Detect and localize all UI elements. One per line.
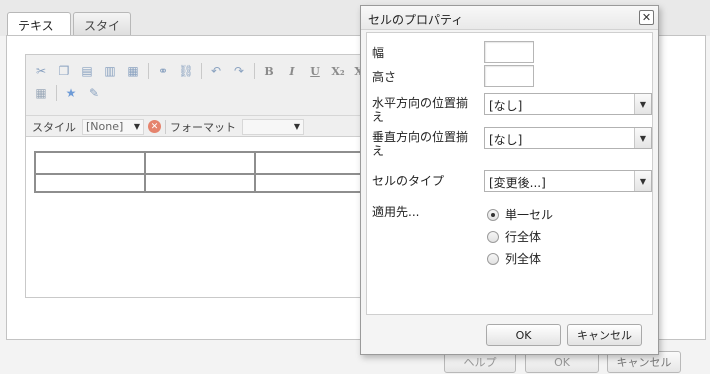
table-cell[interactable]	[34, 151, 146, 175]
radio-button[interactable]	[487, 252, 499, 265]
tab-text[interactable]: テキスト	[7, 12, 71, 50]
cell-type-label: セルのタイプ	[372, 174, 445, 188]
vertical-align-select[interactable]: [なし] ▼	[484, 127, 652, 149]
copy-icon[interactable]: ❐	[55, 62, 73, 80]
style-label: スタイル	[32, 120, 76, 134]
style-value: [None]	[86, 120, 124, 133]
chevron-down-icon: ▼	[634, 171, 651, 191]
toolbar-separator	[56, 85, 57, 101]
dialog-cancel-button[interactable]: キャンセル	[567, 324, 642, 346]
star-icon[interactable]: ★	[62, 84, 80, 102]
underline-button[interactable]: U	[306, 62, 324, 80]
table-cell[interactable]	[254, 151, 366, 175]
height-input[interactable]	[484, 65, 534, 87]
format-select[interactable]: ▼	[242, 118, 304, 135]
chevron-down-icon: ▼	[293, 122, 300, 131]
italic-button[interactable]: I	[283, 62, 301, 80]
editor-table[interactable]	[34, 151, 366, 193]
vertical-align-value: [なし]	[489, 133, 523, 147]
radio-label: 列全体	[505, 252, 542, 266]
remove-style-icon[interactable]: ✕	[148, 120, 161, 133]
dialog-title-bar[interactable]: セルのプロパティ ✕	[361, 6, 658, 30]
chevron-down-icon: ▼	[634, 94, 651, 114]
chevron-down-icon: ▼	[133, 122, 140, 131]
horizontal-align-label: 水平方向の位置揃え	[372, 96, 469, 124]
height-label: 高さ	[372, 70, 397, 84]
apply-to-label: 適用先...	[372, 205, 420, 219]
paste-text-icon[interactable]: ▥	[101, 62, 119, 80]
toolbar-separator	[201, 63, 202, 79]
toolbar-row-2: ▦ ★ ✎	[32, 83, 108, 103]
link-icon[interactable]: ⚭	[154, 62, 172, 80]
toolbar-row-1: ✂ ❐ ▤ ▥ ▦ ⚭ ⛓ ↶ ↷ B I U X₂ X²	[32, 61, 375, 81]
table-row	[34, 151, 366, 175]
cell-type-value: [変更後...]	[489, 176, 546, 190]
cut-icon[interactable]: ✂	[32, 62, 50, 80]
editor-toolbar: ✂ ❐ ▤ ▥ ▦ ⚭ ⛓ ↶ ↷ B I U X₂ X² ▦	[26, 55, 376, 137]
table-cell[interactable]	[34, 173, 146, 193]
radio-entire-row[interactable]: 行全体	[487, 228, 541, 245]
paste-word-icon[interactable]: ▦	[124, 62, 142, 80]
source-edit-icon[interactable]: ✎	[85, 84, 103, 102]
unlink-icon[interactable]: ⛓	[177, 62, 195, 80]
paste-icon[interactable]: ▤	[78, 62, 96, 80]
redo-icon[interactable]: ↷	[230, 62, 248, 80]
horizontal-align-select[interactable]: [なし] ▼	[484, 93, 652, 115]
table-cell[interactable]	[254, 173, 366, 193]
tab-style[interactable]: スタイル	[73, 12, 131, 50]
radio-button[interactable]	[487, 230, 499, 243]
cell-properties-dialog: セルのプロパティ ✕ 幅 高さ 水平方向の位置揃え [なし] ▼ 垂直方向の位置…	[360, 5, 659, 355]
horizontal-align-value: [なし]	[489, 99, 523, 113]
vertical-align-label: 垂直方向の位置揃え	[372, 130, 469, 158]
width-input[interactable]	[484, 41, 534, 63]
radio-single-cell[interactable]: 単一セル	[487, 206, 553, 223]
close-icon[interactable]: ✕	[639, 10, 654, 25]
radio-label: 単一セル	[505, 208, 554, 222]
toolbar-separator	[254, 63, 255, 79]
radio-button[interactable]	[487, 208, 499, 221]
chevron-down-icon: ▼	[634, 128, 651, 148]
subscript-button[interactable]: X₂	[329, 62, 347, 80]
radio-label: 行全体	[505, 230, 542, 244]
table-cell[interactable]	[144, 151, 256, 175]
width-label: 幅	[372, 46, 385, 60]
cell-type-select[interactable]: [変更後...] ▼	[484, 170, 652, 192]
dialog-title: セルのプロパティ	[368, 13, 464, 27]
table-cell[interactable]	[144, 173, 256, 193]
bold-button[interactable]: B	[260, 62, 278, 80]
format-row: スタイル [None] ▼ ✕ フォーマット ▼	[26, 115, 376, 137]
undo-icon[interactable]: ↶	[207, 62, 225, 80]
dialog-ok-button[interactable]: OK	[486, 324, 561, 346]
style-select[interactable]: [None] ▼	[82, 118, 144, 135]
rich-text-editor: ✂ ❐ ▤ ▥ ▦ ⚭ ⛓ ↶ ↷ B I U X₂ X² ▦	[25, 54, 377, 298]
format-label: フォーマット	[170, 120, 236, 134]
radio-entire-column[interactable]: 列全体	[487, 250, 541, 267]
dialog-body: 幅 高さ 水平方向の位置揃え [なし] ▼ 垂直方向の位置揃え [なし] ▼ セ…	[366, 32, 653, 315]
table-icon[interactable]: ▦	[32, 84, 50, 102]
table-row	[34, 173, 366, 193]
toolbar-separator	[148, 63, 149, 79]
toolbar-separator	[165, 119, 166, 134]
